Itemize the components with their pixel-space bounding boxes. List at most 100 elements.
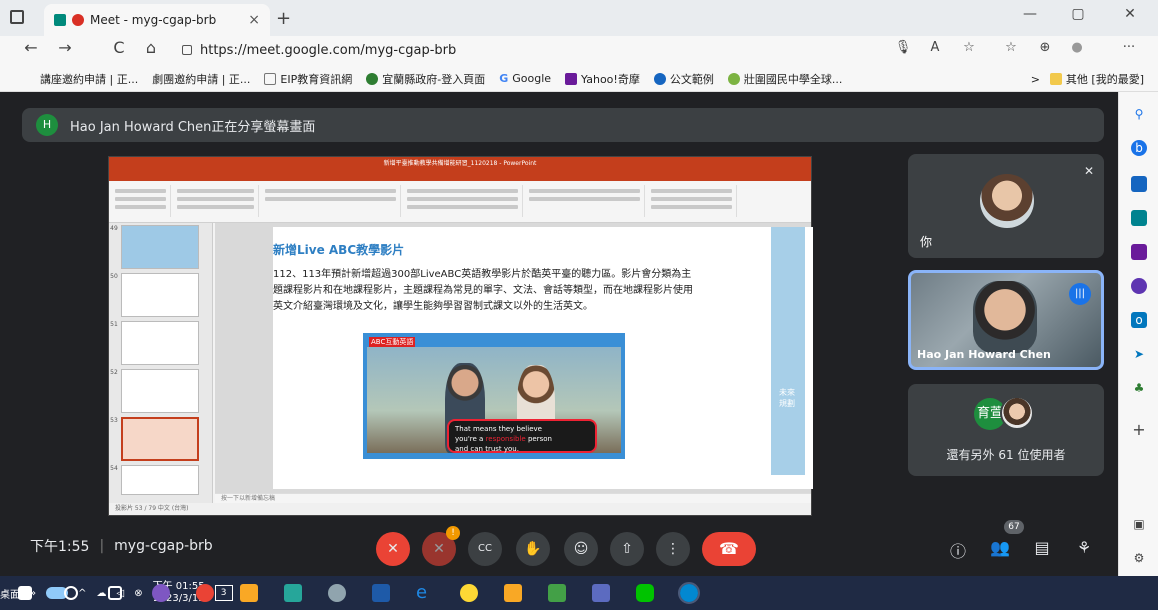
captions-button[interactable]: CC [468,532,502,566]
tray-arrow-icon[interactable]: ^ [78,588,86,599]
video-brand: ABC互動英語 [369,337,416,347]
search-icon[interactable]: ⚲ [1131,106,1147,122]
bookmark-item[interactable]: 壯圍國民中學全球... [727,71,842,87]
close-window-button[interactable]: ✕ [1112,6,1148,22]
desktop-label[interactable]: 桌面 [0,586,20,601]
bookmarks-chevron-icon[interactable]: > [1031,73,1040,86]
toolbox-icon[interactable] [1131,210,1147,226]
bookmark-item[interactable]: 公文範例 [653,71,714,87]
self-tile[interactable]: ✕ 你 [908,154,1104,258]
slide-thumbnail[interactable] [121,321,199,365]
read-aloud-icon[interactable]: A [924,40,946,55]
recording-icon [72,14,84,26]
word-icon[interactable] [372,584,390,602]
edge-icon[interactable] [678,582,700,604]
windows-start-icon[interactable] [18,586,32,600]
bookmark-item[interactable]: 宜蘭縣政府-登入頁面 [366,71,485,87]
store-icon[interactable] [284,584,302,602]
activities-button[interactable]: ⚘ [1072,538,1096,557]
bookmark-item[interactable]: EIP教育資訊網 [264,71,352,87]
send-icon[interactable]: ➤ [1131,346,1147,362]
slide-video[interactable]: ABC互動英語 That means they believe you're a… [363,333,625,459]
bookmark-item[interactable]: 劇團邀約申請 | 正... [152,71,250,87]
minimize-button[interactable]: — [1012,6,1048,22]
collections-icon[interactable]: ⊕ [1034,40,1056,55]
settings-icon[interactable]: ⚙ [1131,550,1147,566]
bookmark-item[interactable]: 講座邀約申請 | 正... [40,71,138,87]
reload-button[interactable]: C [108,38,130,57]
bookmark-label: 公文範例 [669,72,714,86]
line-icon[interactable] [636,584,654,602]
app-icon[interactable] [328,584,346,602]
app-icon[interactable] [152,584,170,602]
file-explorer-icon[interactable] [240,584,258,602]
other-favorites-folder[interactable]: 其他 [我的最愛] [1049,71,1144,87]
chat-button[interactable]: ▤ [1030,538,1054,557]
tag-icon[interactable] [1131,176,1147,192]
browser-tab-meet[interactable]: Meet - myg-cgap-brb × [44,4,270,36]
url-text: https://meet.google.com/myg-cgap-brb [200,42,457,58]
favorites-icon[interactable]: ☆ [1000,40,1022,55]
office-icon[interactable] [1131,278,1147,294]
host-tile[interactable]: ||| Hao Jan Howard Chen [908,270,1104,370]
tree-icon[interactable]: ♣ [1131,380,1147,396]
folder-icon [1049,73,1062,85]
thumb-number: 51 [110,321,118,328]
emoji-button[interactable]: ☺ [564,532,598,566]
slide-thumbnail[interactable] [121,225,199,269]
search-taskbar-icon[interactable] [64,586,78,600]
add-icon[interactable]: + [1131,422,1147,438]
favorite-icon[interactable]: ☆ [958,40,980,55]
folder-icon[interactable] [504,584,522,602]
task-view-icon[interactable] [108,586,122,600]
notification-center-icon[interactable]: 3 [214,585,233,601]
more-icon[interactable]: ··· [1118,40,1140,55]
app-icon[interactable] [460,584,478,602]
subtitle-line: That means they believe [455,425,542,433]
sidebar-layout-icon[interactable]: ▣ [1131,516,1147,532]
slide-thumbnail[interactable] [121,369,199,413]
back-button[interactable]: ← [20,38,42,57]
people-button[interactable]: 👥 [988,538,1012,557]
mic-icon[interactable]: 🎙 [892,40,914,55]
profile-icon[interactable]: ● [1066,40,1088,55]
ie-icon[interactable]: e [416,584,434,602]
presenting-banner: H Hao Jan Howard Chen正在分享螢幕畫面 [22,108,1104,142]
info-button[interactable]: ⓘ [946,538,970,562]
raise-hand-button[interactable]: ✋ [516,532,550,566]
tab-actions-icon[interactable] [10,10,24,24]
ime-icon[interactable]: ⊗ [134,588,142,599]
meeting-code: myg-cgap-brb [114,538,213,554]
ppt-status-bar: 投影片 53 / 79 中文 (台灣) [109,503,811,515]
slide-body: 112、113年預計新增超過300部LiveABC英語教學影片於酷英平臺的聽力區… [273,269,693,312]
meet-stage: H Hao Jan Howard Chen正在分享螢幕畫面 新增平臺推動教學共備… [0,92,1118,576]
yilan-icon [366,72,379,85]
tab-close-icon[interactable]: × [248,12,260,28]
speaking-indicator-icon: ||| [1069,283,1091,305]
home-button[interactable]: ⌂ [140,38,162,57]
app-icon[interactable] [592,584,610,602]
present-button[interactable]: ⇧ [610,532,644,566]
others-tile[interactable]: 育萱 還有另外 61 位使用者 [908,384,1104,476]
chrome-icon[interactable] [196,584,214,602]
slide-thumbnail[interactable] [121,273,199,317]
bookmark-item[interactable]: Yahoo!奇摩 [565,71,640,87]
slide-thumbnail-selected[interactable] [121,417,199,461]
slide-thumbnail[interactable] [121,465,199,495]
mic-off-icon: ✕ [1083,164,1094,178]
google-icon: G [499,72,509,85]
maximize-button[interactable]: ▢ [1060,6,1096,22]
end-call-button[interactable]: ☎ [702,532,756,566]
more-options-button[interactable]: ⋮ [656,532,690,566]
forward-button[interactable]: → [54,38,76,57]
app-icon[interactable] [548,584,566,602]
mic-toggle-button[interactable]: ✕ [376,532,410,566]
notes-bar[interactable]: 按一下以新增備忘稿 [215,493,811,503]
new-tab-button[interactable]: + [276,8,291,29]
network-icon[interactable]: ☁ [97,588,107,599]
games-icon[interactable] [1131,244,1147,260]
bookmark-item[interactable]: G Google [499,72,551,85]
bing-icon[interactable]: b [1131,140,1147,156]
address-bar[interactable]: https://meet.google.com/myg-cgap-brb [182,37,1002,63]
outlook-icon[interactable]: o [1131,312,1147,328]
